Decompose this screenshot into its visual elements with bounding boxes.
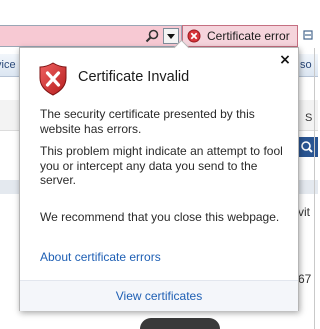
refresh-icon[interactable] bbox=[302, 27, 314, 43]
shield-error-icon bbox=[39, 62, 67, 96]
popup-paragraph-1: The security certificate presented by th… bbox=[40, 107, 255, 136]
certificate-error-button[interactable]: Certificate error bbox=[182, 25, 298, 47]
search-icon[interactable] bbox=[145, 29, 159, 43]
popup-paragraph-3: We recommend that you close this webpage… bbox=[40, 210, 280, 224]
page-image-fragment bbox=[140, 318, 220, 329]
about-certificate-errors-link[interactable]: About certificate errors bbox=[40, 250, 161, 264]
certificate-invalid-popup: Certificate Invalid × The security certi… bbox=[19, 39, 299, 311]
address-bar[interactable] bbox=[0, 25, 182, 47]
close-icon[interactable]: × bbox=[278, 53, 292, 67]
view-certificates-link[interactable]: View certificates bbox=[116, 289, 202, 303]
chevron-down-icon bbox=[167, 34, 175, 39]
favorites-bar-text[interactable]: vice bbox=[0, 59, 16, 71]
page-text-fragment: vit bbox=[298, 205, 310, 219]
popup-footer: View certificates bbox=[20, 280, 298, 311]
error-x-icon bbox=[187, 29, 201, 43]
page-text-fragment: 67 bbox=[298, 272, 312, 286]
certificate-error-label: Certificate error bbox=[207, 29, 290, 43]
address-dropdown-button[interactable] bbox=[163, 28, 179, 44]
popup-title: Certificate Invalid bbox=[78, 69, 190, 85]
favorites-bar-text-right[interactable]: so bbox=[300, 59, 312, 71]
popup-paragraph-2: This problem might indicate an attempt t… bbox=[40, 144, 283, 187]
divider bbox=[314, 48, 315, 329]
page-text-fragment: S bbox=[305, 112, 313, 124]
